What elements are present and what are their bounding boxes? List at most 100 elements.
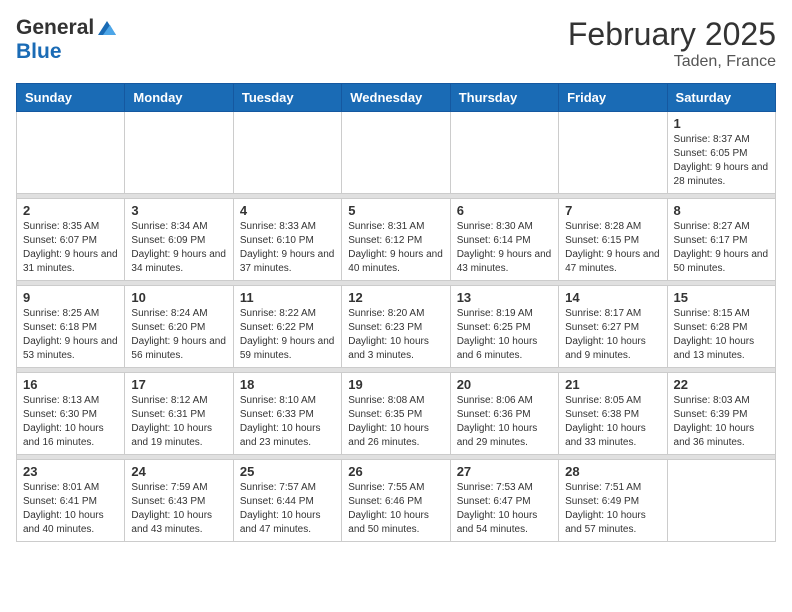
day-number: 9: [23, 290, 118, 305]
day-info: Sunrise: 7:57 AM Sunset: 6:44 PM Dayligh…: [240, 481, 335, 537]
calendar-cell: 12 Sunrise: 8:20 AM Sunset: 6:23 PM Dayli…: [342, 286, 450, 368]
location-title: Taden, France: [568, 53, 776, 71]
day-info: Sunrise: 8:12 AM Sunset: 6:31 PM Dayligh…: [131, 394, 226, 450]
calendar-cell: 3 Sunrise: 8:34 AM Sunset: 6:09 PM Daylig…: [125, 199, 233, 281]
day-number: 18: [240, 377, 335, 392]
calendar-week-5: 23Sunrise: 8:01 AM Sunset: 6:41 PM Dayli…: [17, 460, 776, 542]
calendar-cell: 17 Sunrise: 8:12 AM Sunset: 6:31 PM Dayli…: [125, 373, 233, 455]
day-info: Sunrise: 8:25 AM Sunset: 6:18 PM Dayligh…: [23, 307, 118, 363]
day-info: Sunrise: 8:35 AM Sunset: 6:07 PM Dayligh…: [23, 220, 118, 276]
day-number: 25: [240, 464, 335, 479]
calendar-cell: [667, 460, 775, 542]
calendar-cell: [233, 112, 341, 194]
calendar-cell: 26 Sunrise: 7:55 AM Sunset: 6:46 PM Dayli…: [342, 460, 450, 542]
day-info: Sunrise: 8:37 AM Sunset: 6:05 PM Dayligh…: [674, 133, 769, 189]
calendar-cell: 2 Sunrise: 8:35 AM Sunset: 6:07 PM Daylig…: [17, 199, 125, 281]
day-number: 28: [565, 464, 660, 479]
day-number: 17: [131, 377, 226, 392]
calendar-cell: 13Sunrise: 8:19 AM Sunset: 6:25 PM Dayli…: [450, 286, 558, 368]
weekday-header-monday: Monday: [125, 84, 233, 112]
calendar-table: SundayMondayTuesdayWednesdayThursdayFrid…: [16, 83, 776, 542]
day-number: 15: [674, 290, 769, 305]
calendar-cell: 28Sunrise: 7:51 AM Sunset: 6:49 PM Dayli…: [559, 460, 667, 542]
day-info: Sunrise: 8:22 AM Sunset: 6:22 PM Dayligh…: [240, 307, 335, 363]
month-title: February 2025: [568, 16, 776, 53]
weekday-header-tuesday: Tuesday: [233, 84, 341, 112]
day-info: Sunrise: 7:55 AM Sunset: 6:46 PM Dayligh…: [348, 481, 443, 537]
day-number: 6: [457, 203, 552, 218]
day-info: Sunrise: 8:33 AM Sunset: 6:10 PM Dayligh…: [240, 220, 335, 276]
calendar-cell: 23Sunrise: 8:01 AM Sunset: 6:41 PM Dayli…: [17, 460, 125, 542]
weekday-header-sunday: Sunday: [17, 84, 125, 112]
calendar-week-1: 1 Sunrise: 8:37 AM Sunset: 6:05 PM Daylig…: [17, 112, 776, 194]
weekday-header-friday: Friday: [559, 84, 667, 112]
day-info: Sunrise: 8:20 AM Sunset: 6:23 PM Dayligh…: [348, 307, 443, 363]
day-number: 14: [565, 290, 660, 305]
calendar-week-2: 2 Sunrise: 8:35 AM Sunset: 6:07 PM Daylig…: [17, 199, 776, 281]
day-number: 10: [131, 290, 226, 305]
day-number: 19: [348, 377, 443, 392]
calendar-cell: 11 Sunrise: 8:22 AM Sunset: 6:22 PM Dayli…: [233, 286, 341, 368]
day-info: Sunrise: 8:15 AM Sunset: 6:28 PM Dayligh…: [674, 307, 769, 363]
day-info: Sunrise: 8:17 AM Sunset: 6:27 PM Dayligh…: [565, 307, 660, 363]
calendar-cell: [559, 112, 667, 194]
calendar-cell: 21Sunrise: 8:05 AM Sunset: 6:38 PM Dayli…: [559, 373, 667, 455]
calendar-cell: 27Sunrise: 7:53 AM Sunset: 6:47 PM Dayli…: [450, 460, 558, 542]
calendar-cell: 14 Sunrise: 8:17 AM Sunset: 6:27 PM Dayli…: [559, 286, 667, 368]
weekday-header-saturday: Saturday: [667, 84, 775, 112]
day-number: 27: [457, 464, 552, 479]
calendar-cell: 15 Sunrise: 8:15 AM Sunset: 6:28 PM Dayli…: [667, 286, 775, 368]
calendar-header-row: SundayMondayTuesdayWednesdayThursdayFrid…: [17, 84, 776, 112]
weekday-header-thursday: Thursday: [450, 84, 558, 112]
day-number: 23: [23, 464, 118, 479]
day-info: Sunrise: 8:08 AM Sunset: 6:35 PM Dayligh…: [348, 394, 443, 450]
day-info: Sunrise: 8:28 AM Sunset: 6:15 PM Dayligh…: [565, 220, 660, 276]
weekday-header-wednesday: Wednesday: [342, 84, 450, 112]
day-number: 26: [348, 464, 443, 479]
logo: General Blue: [16, 16, 118, 64]
day-info: Sunrise: 8:03 AM Sunset: 6:39 PM Dayligh…: [674, 394, 769, 450]
day-info: Sunrise: 8:05 AM Sunset: 6:38 PM Dayligh…: [565, 394, 660, 450]
calendar-cell: 22 Sunrise: 8:03 AM Sunset: 6:39 PM Dayli…: [667, 373, 775, 455]
calendar-cell: 24 Sunrise: 7:59 AM Sunset: 6:43 PM Dayli…: [125, 460, 233, 542]
day-number: 3: [131, 203, 226, 218]
day-number: 13: [457, 290, 552, 305]
header: General Blue February 2025 Taden, France: [16, 16, 776, 71]
calendar-cell: 5Sunrise: 8:31 AM Sunset: 6:12 PM Daylig…: [342, 199, 450, 281]
calendar-week-4: 16 Sunrise: 8:13 AM Sunset: 6:30 PM Dayli…: [17, 373, 776, 455]
calendar-cell: 8 Sunrise: 8:27 AM Sunset: 6:17 PM Daylig…: [667, 199, 775, 281]
logo-icon: [96, 17, 118, 39]
day-number: 12: [348, 290, 443, 305]
day-info: Sunrise: 8:24 AM Sunset: 6:20 PM Dayligh…: [131, 307, 226, 363]
calendar-week-3: 9 Sunrise: 8:25 AM Sunset: 6:18 PM Daylig…: [17, 286, 776, 368]
calendar-cell: [450, 112, 558, 194]
calendar-cell: 19 Sunrise: 8:08 AM Sunset: 6:35 PM Dayli…: [342, 373, 450, 455]
calendar-cell: 7 Sunrise: 8:28 AM Sunset: 6:15 PM Daylig…: [559, 199, 667, 281]
calendar-cell: [342, 112, 450, 194]
day-info: Sunrise: 8:13 AM Sunset: 6:30 PM Dayligh…: [23, 394, 118, 450]
day-number: 5: [348, 203, 443, 218]
calendar-cell: 25 Sunrise: 7:57 AM Sunset: 6:44 PM Dayli…: [233, 460, 341, 542]
logo-text: General: [16, 16, 118, 40]
calendar-cell: 6 Sunrise: 8:30 AM Sunset: 6:14 PM Daylig…: [450, 199, 558, 281]
calendar-cell: [125, 112, 233, 194]
day-number: 24: [131, 464, 226, 479]
day-number: 7: [565, 203, 660, 218]
day-number: 20: [457, 377, 552, 392]
calendar-cell: 1 Sunrise: 8:37 AM Sunset: 6:05 PM Daylig…: [667, 112, 775, 194]
calendar-cell: [17, 112, 125, 194]
day-info: Sunrise: 7:59 AM Sunset: 6:43 PM Dayligh…: [131, 481, 226, 537]
day-number: 4: [240, 203, 335, 218]
day-info: Sunrise: 8:30 AM Sunset: 6:14 PM Dayligh…: [457, 220, 552, 276]
day-number: 1: [674, 116, 769, 131]
day-number: 16: [23, 377, 118, 392]
day-number: 11: [240, 290, 335, 305]
day-info: Sunrise: 8:34 AM Sunset: 6:09 PM Dayligh…: [131, 220, 226, 276]
day-number: 2: [23, 203, 118, 218]
title-section: February 2025 Taden, France: [568, 16, 776, 71]
day-info: Sunrise: 8:27 AM Sunset: 6:17 PM Dayligh…: [674, 220, 769, 276]
calendar-cell: 16 Sunrise: 8:13 AM Sunset: 6:30 PM Dayli…: [17, 373, 125, 455]
day-number: 8: [674, 203, 769, 218]
calendar-cell: 18Sunrise: 8:10 AM Sunset: 6:33 PM Dayli…: [233, 373, 341, 455]
day-number: 22: [674, 377, 769, 392]
